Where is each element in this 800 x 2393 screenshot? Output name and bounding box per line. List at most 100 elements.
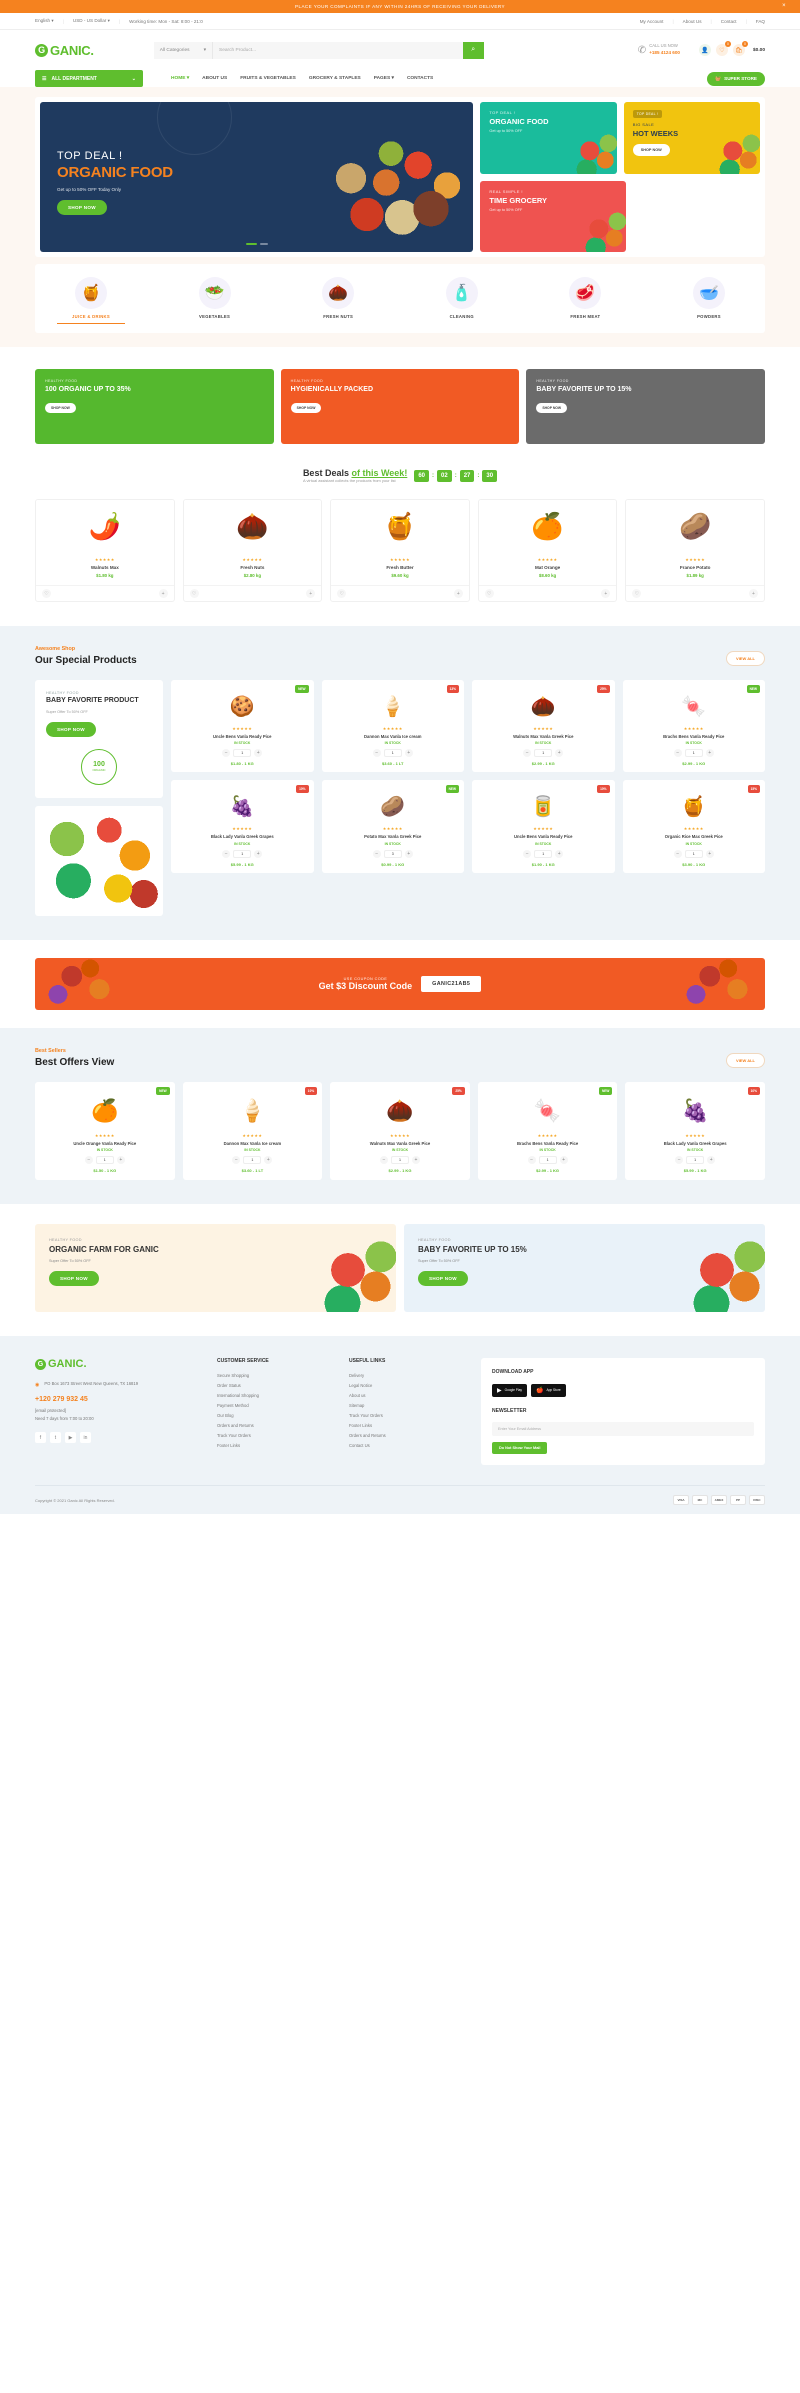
category-item-juice-drinks[interactable]: 🍯 JUICE & DRINKS [57,277,125,324]
promo-banner-hygienic[interactable]: HEALTHY FOOD HYGIENICALLY PACKED SHOP NO… [280,369,520,444]
close-icon[interactable]: × [782,3,786,9]
nav-item-home[interactable]: HOME ▾ [171,76,189,81]
category-item-fresh-meat[interactable]: 🥩 FRESH MEAT [551,277,619,324]
super-store-button[interactable]: 🧺 SUPER STORE [707,71,765,86]
qty-value[interactable]: 1 [684,749,703,758]
qty-increase-button[interactable]: + [705,849,714,858]
call-number[interactable]: +185 4124 600 [649,50,680,55]
qty-increase-button[interactable]: + [254,749,263,758]
footer-link[interactable]: Orders and Returns [349,1433,459,1438]
footer-link[interactable]: Secure Shopping [217,1373,327,1378]
nav-item-pages[interactable]: PAGES ▾ [374,76,394,81]
app-store-button[interactable]: 🍎 App Store [531,1383,566,1397]
product-card[interactable]: NEW 🍬 ★★★★★ Brachs Bens Vanla Ready Pice… [622,680,765,773]
qty-value[interactable]: 1 [383,749,402,758]
newsletter-submit-button[interactable]: Do Not Show Your Mail [492,1442,548,1455]
add-to-cart-icon[interactable]: + [748,589,758,598]
footer-logo[interactable]: G GANIC. [35,1358,195,1370]
hero-main-banner[interactable]: TOP DEAL ! ORGANIC FOOD Get up to 50% OF… [40,102,474,252]
qty-value[interactable]: 1 [233,849,252,858]
product-card[interactable]: 25% 🌰 ★★★★★ Walnuts Max Vanla Greek Pice… [472,680,615,773]
wishlist-icon[interactable]: ♡ [632,589,642,598]
qty-value[interactable]: 1 [233,749,252,758]
product-card[interactable]: 10% 🍇 ★★★★★ Black Lady Vanla Greek Grape… [625,1081,765,1181]
qty-increase-button[interactable]: + [264,1156,273,1165]
promo-shop-now-button[interactable]: SHOP NOW [290,402,322,413]
product-card[interactable]: 🍊 ★★★★★ Mat Orange $8.60 kg ♡ + [477,499,618,602]
topbar-link-contact[interactable]: Contact [721,19,737,24]
linkedin-icon[interactable]: in [80,1432,91,1444]
product-card[interactable]: 🍯 ★★★★★ Fresh Butter $9.60 kg ♡ + [330,499,470,602]
special-promo-card[interactable]: HEALTHY FOOD BABY FAVORITE PRODUCT Super… [35,680,163,798]
footer-phone[interactable]: +120 279 932 45 [35,1396,195,1403]
qty-decrease-button[interactable]: − [523,749,532,758]
qty-value[interactable]: 1 [686,1156,705,1165]
product-card[interactable]: 🌶️ ★★★★★ Walnuts Max $1.80 kg ♡ + [35,499,175,602]
user-account-icon[interactable]: 👤 [698,44,711,56]
footer-link[interactable]: Track Your Orders [217,1433,327,1438]
newsletter-email-input[interactable]: Enter Your Email Address [492,1422,754,1437]
qty-decrease-button[interactable]: − [379,1156,388,1165]
qty-increase-button[interactable]: + [705,749,714,758]
product-card[interactable]: 🌰 ★★★★★ Fresh Nuts $2.80 kg ♡ + [182,499,323,602]
nav-item-fruits-vegetables[interactable]: FRUITS & VEGETABLES [240,76,296,81]
footer-link[interactable]: Sitemap [349,1403,459,1408]
qty-decrease-button[interactable]: − [222,749,231,758]
add-to-cart-icon[interactable]: + [453,589,463,598]
promo-shop-now-button[interactable]: SHOP NOW [536,402,568,413]
nav-item-grocery-staples[interactable]: GROCERY & STAPLES [309,76,361,81]
nav-item-about-us[interactable]: ABOUT US [202,76,227,81]
currency-selector[interactable]: USD - US Dollar ▾ [73,18,110,24]
product-card[interactable]: NEW 🍊 ★★★★★ Uncle Orange Vanla Ready Pic… [35,1081,175,1181]
wishlist-icon[interactable]: ♡ [484,589,494,598]
footer-email[interactable]: [email protected] [35,1408,195,1413]
qty-value[interactable]: 1 [534,849,553,858]
footer-link[interactable]: Contact Us [349,1443,459,1448]
product-card[interactable]: 15% 🍯 ★★★★★ Organic Rice Max Greek Pice … [622,780,765,873]
category-select[interactable]: All Categories ▾ [153,41,213,59]
bottom-banner-organic-farm[interactable]: HEALTHY FOOD ORGANIC FARM FOR GANIC Supe… [35,1224,396,1313]
topbar-link-about-us[interactable]: About Us [683,19,702,24]
qty-increase-button[interactable]: + [116,1156,125,1165]
promo-shop-now-button[interactable]: SHOP NOW [45,402,76,413]
special-shop-now-button[interactable]: SHOP NOW [46,721,96,737]
qty-increase-button[interactable]: + [404,849,413,858]
product-card[interactable]: NEW 🥔 ★★★★★ Potato Max Vanla Greek Pice … [321,780,464,873]
search-input[interactable]: Search Product... [213,41,463,59]
qty-increase-button[interactable]: + [411,1156,420,1165]
topbar-link-my-account[interactable]: My Account [640,19,664,24]
view-all-button[interactable]: VIEW ALL [726,651,765,666]
coupon-banner[interactable]: USE COUPON CODE Get $3 Discount Code GAN… [35,957,765,1010]
qty-increase-button[interactable]: + [555,749,564,758]
all-department-button[interactable]: ☰ ALL DEPARTMENT ⌄ [35,70,143,87]
category-item-cleaning[interactable]: 🧴 CLEANING [428,277,496,324]
language-selector[interactable]: English ▾ [35,18,54,24]
footer-link[interactable]: Footer Links [217,1443,327,1448]
category-item-powders[interactable]: 🥣 POWDERS [675,277,743,324]
footer-link[interactable]: Track Your Orders [349,1413,459,1418]
qty-decrease-button[interactable]: − [523,849,532,858]
product-card[interactable]: 10% 🍦 ★★★★★ Dannon Max Vanla Ice cream I… [182,1081,323,1181]
promo-banner-baby-favorite[interactable]: HEALTHY FOOD BABY FAVORITE UP TO 15% SHO… [526,369,766,444]
qty-decrease-button[interactable]: − [675,1156,684,1165]
cart-icon[interactable]: 🛍 0 [732,41,748,56]
product-card[interactable]: 13% 🍦 ★★★★★ Dannon Max Vanla Ice cream I… [321,680,464,773]
wishlist-icon[interactable]: ♡ [337,589,347,598]
qty-decrease-button[interactable]: − [232,1156,241,1165]
footer-link[interactable]: Delivery [349,1373,459,1378]
wishlist-icon[interactable]: ♡ [189,589,199,598]
qty-decrease-button[interactable]: − [84,1156,93,1165]
footer-link[interactable]: Payment Method [217,1403,327,1408]
google-play-button[interactable]: ▶ Google Play [492,1383,527,1397]
banner-shop-now-button[interactable]: SHOP NOW [49,1271,99,1287]
footer-link[interactable]: Orders and Returns [217,1423,327,1428]
qty-value[interactable]: 1 [534,749,553,758]
qty-value[interactable]: 1 [95,1156,114,1165]
facebook-icon[interactable]: f [35,1432,46,1444]
add-to-cart-icon[interactable]: + [601,589,611,598]
qty-decrease-button[interactable]: − [673,749,682,758]
add-to-cart-icon[interactable]: + [158,589,168,598]
hero-card-organic-food[interactable]: TOP DEAL ! ORGANIC FOOD Get up to 50% OF… [480,102,617,174]
qty-increase-button[interactable]: + [707,1156,716,1165]
hot-weeks-shop-now-button[interactable]: SHOP NOW [632,144,670,156]
